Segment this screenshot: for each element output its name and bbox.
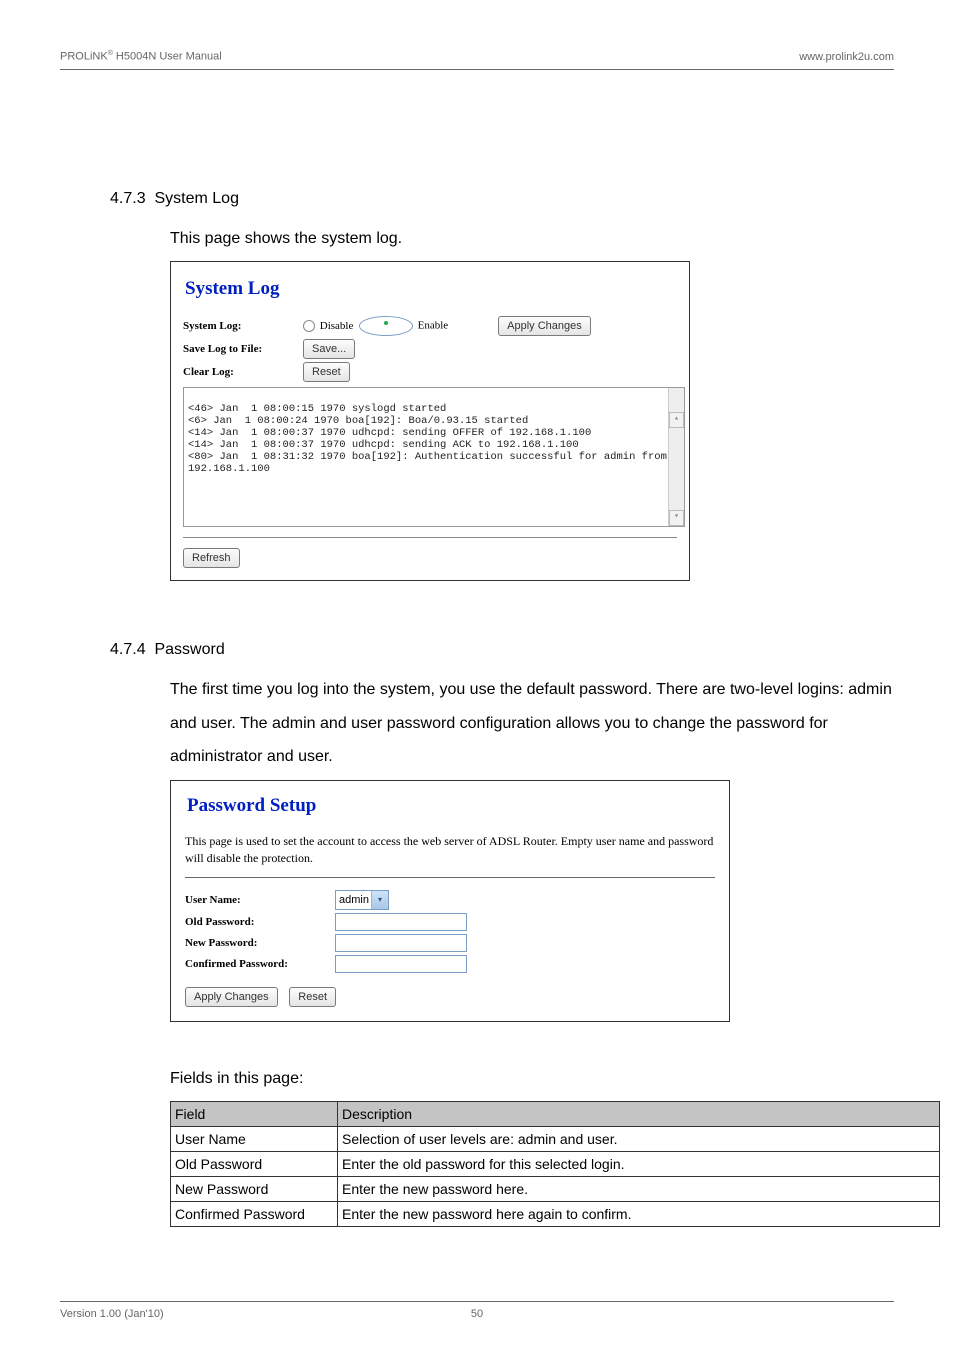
username-select[interactable]: admin ▾ (335, 890, 389, 910)
cell-field: Old Password (171, 1152, 338, 1177)
th-desc: Description (338, 1102, 940, 1127)
apply-changes-button[interactable]: Apply Changes (498, 316, 591, 336)
screenshot-system-log: System Log System Log: Disable Enable Ap… (170, 261, 690, 581)
cell-desc: Enter the new password here. (338, 1177, 940, 1202)
radio-enable[interactable]: Enable (359, 316, 448, 336)
oldpw-label: Old Password: (185, 916, 335, 928)
product-name: H5004N User Manual (113, 51, 222, 63)
screenshot-password-setup: Password Setup This page is used to set … (170, 780, 730, 1022)
table-row: Confirmed Password Enter the new passwor… (171, 1202, 940, 1227)
header-left: PROLiNK® H5004N User Manual (60, 50, 222, 63)
table-header-row: Field Description (171, 1102, 940, 1127)
newpw-label: New Password: (185, 937, 335, 949)
username-label: User Name: (185, 894, 335, 906)
footer-page-number: 50 (60, 1308, 894, 1320)
log-content: <46> Jan 1 08:00:15 1970 syslogd started… (188, 403, 667, 475)
section-heading-password: 4.7.4 Password (110, 641, 894, 659)
divider (183, 537, 677, 538)
radio-disable-label: Disable (320, 320, 354, 332)
page-footer: Version 1.00 (Jan'10) 50 (60, 1301, 894, 1320)
chevron-down-icon: ▾ (371, 891, 388, 909)
screenshot-title: Password Setup (187, 795, 715, 817)
confpw-label: Confirmed Password: (185, 958, 335, 970)
table-row: New Password Enter the new password here… (171, 1177, 940, 1202)
section-number: 4.7.4 (110, 641, 146, 658)
th-field: Field (171, 1102, 338, 1127)
old-password-input[interactable] (335, 913, 467, 931)
radio-enable-label: Enable (418, 320, 449, 332)
reset-button[interactable]: Reset (289, 987, 336, 1007)
refresh-button[interactable]: Refresh (183, 548, 240, 568)
save-button[interactable]: Save... (303, 339, 355, 359)
cell-desc: Enter the new password here again to con… (338, 1202, 940, 1227)
table-row: User Name Selection of user levels are: … (171, 1127, 940, 1152)
radio-icon (359, 316, 413, 336)
cell-desc: Enter the old password for this selected… (338, 1152, 940, 1177)
page-header: PROLiNK® H5004N User Manual www.prolink2… (60, 50, 894, 70)
section1-intro: This page shows the system log. (170, 222, 894, 256)
section2-intro: The first time you log into the system, … (170, 673, 894, 774)
table-row: Old Password Enter the old password for … (171, 1152, 940, 1177)
screenshot-description: This page is used to set the account to … (185, 833, 715, 867)
header-right: www.prolink2u.com (799, 51, 894, 63)
syslog-label: System Log: (183, 320, 303, 332)
clearlog-label: Clear Log: (183, 366, 303, 378)
radio-icon (303, 320, 315, 332)
section-number: 4.7.3 (110, 190, 146, 207)
section-title: System Log (154, 190, 238, 207)
scrollbar[interactable]: ▴ ▾ (668, 388, 684, 526)
apply-changes-button[interactable]: Apply Changes (185, 987, 278, 1007)
divider (185, 877, 715, 878)
cell-field: New Password (171, 1177, 338, 1202)
section-heading-syslog: 4.7.3 System Log (110, 190, 894, 208)
cell-field: User Name (171, 1127, 338, 1152)
new-password-input[interactable] (335, 934, 467, 952)
username-value: admin (339, 894, 369, 906)
scroll-down-icon[interactable]: ▾ (669, 510, 684, 526)
screenshot-title: System Log (185, 278, 677, 300)
radio-disable[interactable]: Disable (303, 320, 353, 332)
brand: PROLiNK (60, 51, 108, 63)
fields-heading: Fields in this page: (170, 1062, 894, 1096)
reset-log-button[interactable]: Reset (303, 362, 350, 382)
cell-field: Confirmed Password (171, 1202, 338, 1227)
savefile-label: Save Log to File: (183, 343, 303, 355)
cell-desc: Selection of user levels are: admin and … (338, 1127, 940, 1152)
section-title: Password (154, 641, 224, 658)
fields-table: Field Description User Name Selection of… (170, 1101, 940, 1227)
log-textarea[interactable]: <46> Jan 1 08:00:15 1970 syslogd started… (183, 387, 685, 527)
confirmed-password-input[interactable] (335, 955, 467, 973)
scroll-up-icon[interactable]: ▴ (669, 412, 684, 428)
